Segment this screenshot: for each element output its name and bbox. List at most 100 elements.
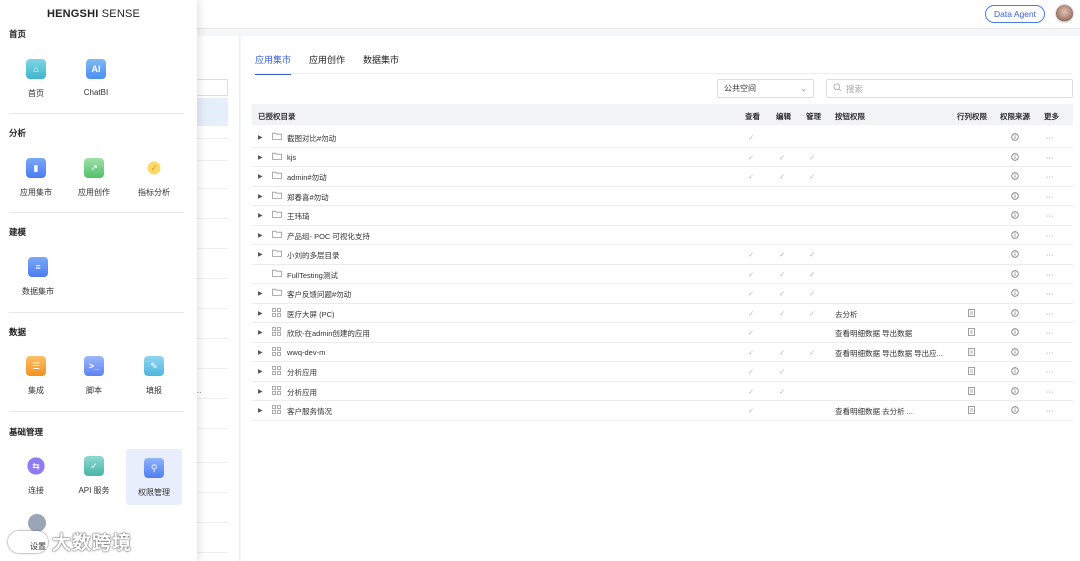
table-row[interactable]: ▶ 王玮琦 ··· — [252, 206, 1073, 226]
info-icon[interactable] — [1011, 172, 1019, 182]
more-icon[interactable]: ··· — [1046, 153, 1054, 162]
more-icon[interactable]: ··· — [1046, 387, 1054, 396]
expand-arrow-icon[interactable]: ▶ — [258, 368, 263, 375]
more-icon[interactable]: ··· — [1046, 367, 1054, 376]
info-icon[interactable] — [1011, 367, 1019, 377]
row-column-permission-icon[interactable] — [968, 328, 976, 338]
expand-arrow-icon[interactable]: ▶ — [258, 329, 263, 336]
folder-icon — [272, 132, 282, 142]
table-row[interactable]: ▶ wwq-dev-m ✓ ✓ ✓ 查看明细数据 导出数据 导出应... ··· — [252, 343, 1073, 362]
nav-item-connect[interactable]: ⇆ 连接 — [8, 447, 64, 503]
expand-arrow-icon[interactable]: ▶ — [258, 349, 263, 356]
more-icon[interactable]: ··· — [1046, 133, 1054, 142]
info-icon[interactable] — [1011, 386, 1019, 397]
nav-item-permission[interactable]: ⚲ 权限管理 — [126, 449, 182, 505]
info-icon[interactable] — [1011, 347, 1019, 358]
info-icon[interactable] — [1011, 191, 1019, 202]
app-grid-icon — [272, 366, 281, 377]
table-row[interactable]: ▶ kjs ✓ ✓ ✓ ··· — [252, 148, 1073, 167]
more-icon[interactable]: ··· — [1046, 250, 1054, 259]
info-icon[interactable] — [1011, 250, 1019, 260]
expand-arrow-icon[interactable]: ▶ — [258, 310, 263, 317]
nav-item-home[interactable]: ⌂ 首页 — [8, 50, 64, 106]
check-icon: ✓ — [748, 308, 755, 318]
more-icon[interactable]: ··· — [1046, 172, 1054, 181]
button-permissions: 查看明细数据 导出数据 导出应... — [835, 348, 943, 358]
more-icon[interactable]: ··· — [1046, 289, 1054, 298]
gear-icon[interactable] — [28, 514, 46, 532]
tab-app-market[interactable]: 应用集市 — [255, 52, 292, 75]
info-icon[interactable] — [1011, 328, 1019, 338]
user-avatar[interactable] — [1055, 4, 1074, 23]
row-column-permission-icon[interactable] — [968, 367, 976, 377]
table-row[interactable]: ▶ 小刘的多层目录 ✓ ✓ ✓ ··· — [252, 245, 1073, 265]
info-icon[interactable] — [1011, 133, 1019, 143]
truncated-text: .. — [197, 386, 202, 395]
info-icon[interactable] — [1011, 406, 1019, 416]
expand-arrow-icon[interactable]: ▶ — [258, 154, 263, 161]
check-icon: ✓ — [809, 308, 816, 318]
table-row[interactable]: ▶ admin#勿动 ✓ ✓ ✓ ··· — [252, 167, 1073, 187]
nav-item-metric[interactable]: ✓ 指标分析 — [126, 149, 182, 205]
tab-dataset-market[interactable]: 数据集市 — [363, 52, 399, 75]
nav-item-settings[interactable]: 设置 — [30, 541, 46, 552]
nav-item-dataset-market[interactable]: ≡ 数据集市 — [10, 248, 66, 304]
chatbi-icon: AI — [86, 59, 106, 79]
more-icon[interactable]: ··· — [1046, 309, 1054, 318]
row-column-permission-icon[interactable] — [968, 386, 976, 397]
nav-item-api[interactable]: ✓ API 服务 — [66, 447, 122, 503]
tab-app-create[interactable]: 应用创作 — [309, 52, 345, 75]
expand-arrow-icon[interactable]: ▶ — [258, 388, 263, 395]
row-column-permission-icon[interactable] — [968, 406, 976, 416]
more-icon[interactable]: ··· — [1046, 270, 1054, 279]
more-icon[interactable]: ··· — [1046, 406, 1054, 415]
space-select[interactable]: 公共空间 ⌄ — [717, 79, 814, 98]
nav-drawer: HENGSHI SENSE 首页 ⌂ 首页 AI ChatBI 分析 ▮ 应用集… — [0, 0, 197, 561]
table-row[interactable]: ▶ 欣欣-在admin创建的应用 ✓ 查看明细数据 导出数据 ··· — [252, 323, 1073, 343]
data-agent-button[interactable]: Data Agent — [985, 5, 1045, 23]
row-column-permission-icon[interactable] — [968, 308, 976, 319]
search-input[interactable]: 搜索 — [826, 79, 1073, 98]
expand-arrow-icon[interactable]: ▶ — [258, 290, 263, 297]
table-row[interactable]: ▶ 分析应用 ✓ ✓ ··· — [252, 362, 1073, 382]
table-row[interactable]: ▶ 产品组- POC 可视化支持 ··· — [252, 226, 1073, 245]
table-row[interactable]: ▶ 客户服务情况 ✓ 查看明细数据 去分析 ... ··· — [252, 401, 1073, 421]
info-icon[interactable] — [1011, 289, 1019, 299]
check-icon: ✓ — [779, 250, 786, 259]
directory-search-input[interactable] — [197, 79, 228, 96]
expand-arrow-icon[interactable]: ▶ — [258, 212, 263, 219]
table-row[interactable]: ▶ 郑春喜#勿动 ··· — [252, 187, 1073, 206]
more-icon[interactable]: ··· — [1046, 231, 1054, 240]
info-icon[interactable] — [1011, 269, 1019, 280]
expand-arrow-icon[interactable]: ▶ — [258, 232, 263, 239]
nav-item-app-create[interactable]: ↗ 应用创作 — [66, 149, 122, 205]
expand-arrow-icon[interactable]: ▶ — [258, 134, 263, 141]
nav-item-chatbi[interactable]: AI ChatBI — [68, 50, 124, 106]
nav-item-fill[interactable]: ✎ 填报 — [126, 347, 182, 403]
expand-arrow-icon[interactable]: ▶ — [258, 193, 263, 200]
expand-arrow-icon[interactable]: ▶ — [258, 407, 263, 414]
table-row[interactable]: ▶ 客户反馈问题#勿动 ✓ ✓ ✓ ··· — [252, 284, 1073, 304]
table-row[interactable]: ▶ 分析应用 ✓ ✓ ··· — [252, 382, 1073, 401]
directory-selected-item[interactable] — [197, 98, 228, 126]
col-header-view: 查看 — [745, 112, 760, 121]
info-icon[interactable] — [1011, 211, 1019, 221]
more-icon[interactable]: ··· — [1046, 192, 1054, 201]
nav-item-integration[interactable]: ☰ 集成 — [8, 347, 64, 403]
nav-item-app-market[interactable]: ▮ 应用集市 — [8, 149, 64, 205]
info-icon[interactable] — [1011, 308, 1019, 319]
table-row[interactable]: ▶ 截图对比#勿动 ✓ ··· — [252, 128, 1073, 148]
more-icon[interactable]: ··· — [1046, 211, 1054, 220]
expand-arrow-icon[interactable]: ▶ — [258, 251, 263, 258]
nav-item-script[interactable]: >_ 脚本 — [66, 347, 122, 403]
info-icon[interactable] — [1011, 152, 1019, 163]
expand-arrow-icon[interactable]: ▶ — [258, 173, 263, 180]
info-icon[interactable] — [1011, 230, 1019, 241]
row-column-permission-icon[interactable] — [968, 347, 976, 358]
table-row[interactable]: FullTesting测试 ✓ ✓ ✓ ··· — [252, 265, 1073, 284]
database-icon: ≡ — [28, 257, 48, 277]
more-icon[interactable]: ··· — [1046, 328, 1054, 337]
nav-label: 权限管理 — [138, 488, 170, 497]
table-row[interactable]: ▶ 医疗大屏 (PC) ✓ ✓ ✓ 去分析 ··· — [252, 304, 1073, 323]
more-icon[interactable]: ··· — [1046, 348, 1054, 357]
